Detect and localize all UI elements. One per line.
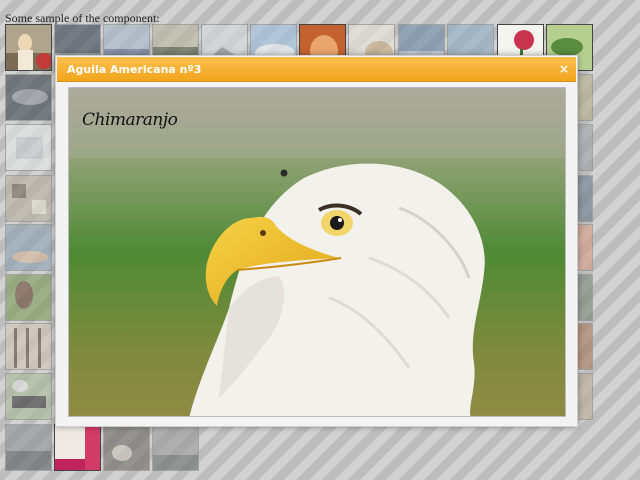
thumbnail-grey-scene[interactable]	[152, 424, 199, 471]
thumbnail-horse-image	[6, 275, 51, 320]
thumbnail-magenta-object[interactable]	[54, 424, 101, 471]
thumbnail-cups[interactable]	[103, 424, 150, 471]
modal-image: Chimaranjo	[68, 87, 566, 417]
thumbnail-train[interactable]	[5, 373, 52, 420]
modal-header: Aguila Americana nº3 ×	[57, 57, 576, 82]
thumbnail-collage[interactable]	[5, 175, 52, 222]
thumbnail-trees[interactable]	[5, 323, 52, 370]
thumbnail-street[interactable]	[5, 424, 52, 471]
thumbnail-white-room[interactable]	[5, 124, 52, 171]
thumbnail-dark-clouds[interactable]	[5, 74, 52, 121]
thumbnail-trees-image	[6, 324, 51, 369]
thumbnail-collage-image	[6, 176, 51, 221]
thumbnail-woman-portrait-image	[6, 25, 51, 70]
thumbnail-woman-portrait[interactable]	[5, 24, 52, 71]
thumbnail-horse[interactable]	[5, 274, 52, 321]
thumbnail-train-image	[6, 374, 51, 419]
thumbnail-street-image	[6, 425, 51, 470]
modal-title: Aguila Americana nº3	[67, 63, 202, 76]
thumbnail-white-room-image	[6, 125, 51, 170]
image-modal: Aguila Americana nº3 × Chimaranjo	[55, 55, 578, 427]
thumbnail-dark-clouds-image	[6, 75, 51, 120]
bald-eagle-photo	[69, 88, 565, 416]
thumbnail-reclining-woman[interactable]	[5, 224, 52, 271]
watermark-signature: Chimaranjo	[82, 110, 178, 130]
close-button[interactable]: ×	[557, 61, 571, 77]
thumbnail-reclining-woman-image	[6, 225, 51, 270]
thumbnail-magenta-object-image	[55, 425, 100, 470]
thumbnail-cups-image	[104, 425, 149, 470]
thumbnail-grey-scene-image	[153, 425, 198, 470]
